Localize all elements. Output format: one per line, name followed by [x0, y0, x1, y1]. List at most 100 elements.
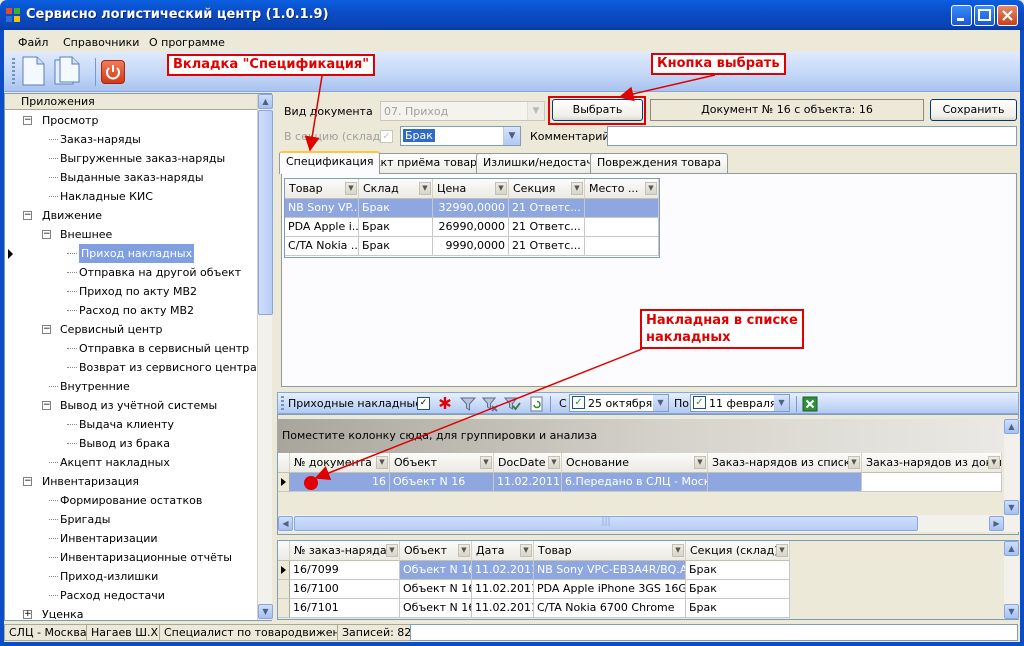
grid-cell[interactable]: Объект N 16	[400, 580, 472, 599]
collapse-icon[interactable]: −	[42, 230, 51, 239]
tree-item[interactable]: Инвентаризации	[5, 529, 257, 548]
grid-cell[interactable]: PDA Apple iPhone 3GS 16Gb Bl	[534, 580, 686, 599]
invoice-hscroll[interactable]: ◀ ||| ▶	[278, 515, 1019, 532]
grid-cell[interactable]: Объект N 16	[390, 473, 494, 492]
section-checkbox[interactable]: ✓	[380, 130, 393, 143]
scroll-left-icon[interactable]: ◀	[278, 516, 293, 531]
tree-item[interactable]: Выданные заказ-наряды	[5, 168, 257, 187]
tab-damage[interactable]: Повреждения товара	[590, 153, 729, 173]
doc-type-select[interactable]: 07. Приход ▼	[380, 101, 545, 121]
column-filter-icon[interactable]: ▼	[495, 182, 507, 195]
grid-cell[interactable]	[862, 473, 1002, 492]
group-by-area[interactable]: Поместите колонку сюда, для группировки …	[277, 419, 1019, 453]
grid-cell[interactable]: 16	[290, 473, 390, 492]
toolbar-grip[interactable]	[281, 396, 284, 411]
tree-item[interactable]: Инвентаризационные отчёты	[5, 548, 257, 567]
grid-cell[interactable]: 11.02.2011	[472, 599, 534, 618]
grid-cell[interactable]: 16/7101	[290, 599, 400, 618]
tree-item[interactable]: Акцепт накладных	[5, 453, 257, 472]
invoice-vscroll[interactable]: ▲ ▼	[1004, 419, 1019, 515]
column-filter-icon[interactable]: ▼	[645, 182, 657, 195]
tree-item[interactable]: Приход накладных	[5, 244, 257, 263]
grid-cell[interactable]: Объект N 16	[400, 599, 472, 618]
filter-apply-icon[interactable]	[504, 396, 521, 412]
tree-item[interactable]: + Уценка	[5, 605, 257, 619]
collapse-icon[interactable]: −	[23, 116, 32, 125]
grid-cell[interactable]: NB Sony VPC-EB3A4R/BQ.AE1	[534, 561, 686, 580]
grid-cell[interactable]: 21 Ответс...	[509, 237, 585, 256]
grid-cell[interactable]: 32990,0000	[433, 199, 509, 218]
column-header[interactable]: Основание ▼	[562, 453, 708, 473]
from-date-picker[interactable]: ✓ 25 октября ▼	[569, 394, 669, 412]
row-header[interactable]	[278, 580, 290, 599]
grid-cell[interactable]: 11.02.2011	[472, 580, 534, 599]
column-filter-icon[interactable]: ▼	[548, 456, 560, 469]
scroll-thumb[interactable]: |||	[294, 516, 918, 531]
menu-about[interactable]: О программе	[149, 36, 225, 49]
invoice-filter-checkbox[interactable]: ✓	[417, 397, 430, 410]
scroll-thumb[interactable]	[258, 110, 273, 315]
grid-cell[interactable]: 16/7099	[290, 561, 400, 580]
tree-item[interactable]: Выдача клиенту	[5, 415, 257, 434]
column-header[interactable]: Товар ▼	[534, 541, 686, 561]
tree-item[interactable]: Накладные КИС	[5, 187, 257, 206]
tree-item[interactable]: Бригады	[5, 510, 257, 529]
column-filter-icon[interactable]: ▼	[571, 182, 583, 195]
scroll-up-icon[interactable]: ▲	[1004, 541, 1019, 556]
tree-item[interactable]: Расход по акту МВ2	[5, 301, 257, 320]
section-select[interactable]: Брак ▼	[400, 126, 521, 146]
save-button[interactable]: Сохранить	[930, 99, 1017, 121]
tree-item[interactable]: − Вывод из учётной системы	[5, 396, 257, 415]
column-header[interactable]: Склад ▼	[359, 179, 433, 199]
grid-cell[interactable]: Брак	[359, 237, 433, 256]
order-vscroll[interactable]: ▲ ▼	[1004, 541, 1019, 619]
tree-item[interactable]: Возврат из сервисного центра	[5, 358, 257, 377]
exit-button[interactable]	[101, 60, 125, 84]
new-document-icon[interactable]	[20, 56, 46, 86]
scroll-right-icon[interactable]: ▶	[989, 516, 1004, 531]
column-filter-icon[interactable]: ▼	[988, 456, 1000, 469]
grid-cell[interactable]: C/TA Nokia ...	[285, 237, 359, 256]
column-header[interactable]: № заказ-наряда ▼	[290, 541, 400, 561]
menu-references[interactable]: Справочники	[63, 36, 139, 49]
column-header[interactable]: Дата ▼	[472, 541, 534, 561]
minimize-button[interactable]	[951, 5, 972, 26]
close-button[interactable]	[997, 5, 1018, 26]
tree-item[interactable]: − Просмотр	[5, 111, 257, 130]
tree-scrollbar[interactable]: ▲ ▼	[257, 94, 273, 620]
grid-cell[interactable]: 9990,0000	[433, 237, 509, 256]
grid-cell[interactable]: 21 Ответс...	[509, 199, 585, 218]
select-button[interactable]: Выбрать	[552, 99, 643, 121]
grid-cell[interactable]: 11.02.2011	[472, 561, 534, 580]
column-filter-icon[interactable]: ▼	[386, 544, 398, 557]
toolbar-grip[interactable]	[12, 58, 15, 86]
tree-item[interactable]: Внутренние	[5, 377, 257, 396]
column-header[interactable]: DocDate ▼	[494, 453, 562, 473]
tab-specification[interactable]: Спецификация	[279, 151, 381, 174]
column-filter-icon[interactable]: ▼	[458, 544, 470, 557]
row-header[interactable]	[278, 561, 290, 580]
column-header[interactable]: Объект ▼	[390, 453, 494, 473]
column-filter-icon[interactable]: ▼	[345, 182, 357, 195]
collapse-icon[interactable]: −	[42, 401, 51, 410]
column-header[interactable]: Место ... ▼	[585, 179, 659, 199]
tree-item[interactable]: − Внешнее	[5, 225, 257, 244]
tree-item[interactable]: Формирование остатков	[5, 491, 257, 510]
grid-cell[interactable]: Брак	[686, 580, 790, 599]
scroll-up-icon[interactable]: ▲	[258, 94, 273, 109]
grid-cell[interactable]: 11.02.2011	[494, 473, 562, 492]
filter-icon[interactable]	[460, 396, 476, 412]
excel-export-icon[interactable]	[802, 396, 818, 412]
tree-item[interactable]: Заказ-наряды	[5, 130, 257, 149]
grid-cell[interactable]	[585, 199, 659, 218]
column-header[interactable]: Заказ-нарядов из списка ▼	[708, 453, 862, 473]
asterisk-icon[interactable]	[438, 396, 452, 410]
grid-cell[interactable]: 6.Передано в СЛЦ - Москва	[562, 473, 708, 492]
column-header[interactable]: Секция (склад) ▼	[686, 541, 790, 561]
maximize-button[interactable]	[974, 5, 995, 26]
column-header[interactable]: Товар ▼	[285, 179, 359, 199]
grid-cell[interactable]: 21 Ответс...	[509, 218, 585, 237]
grid-cell[interactable]	[708, 473, 862, 492]
tree-item[interactable]: Вывод из брака	[5, 434, 257, 453]
collapse-icon[interactable]: −	[23, 477, 32, 486]
